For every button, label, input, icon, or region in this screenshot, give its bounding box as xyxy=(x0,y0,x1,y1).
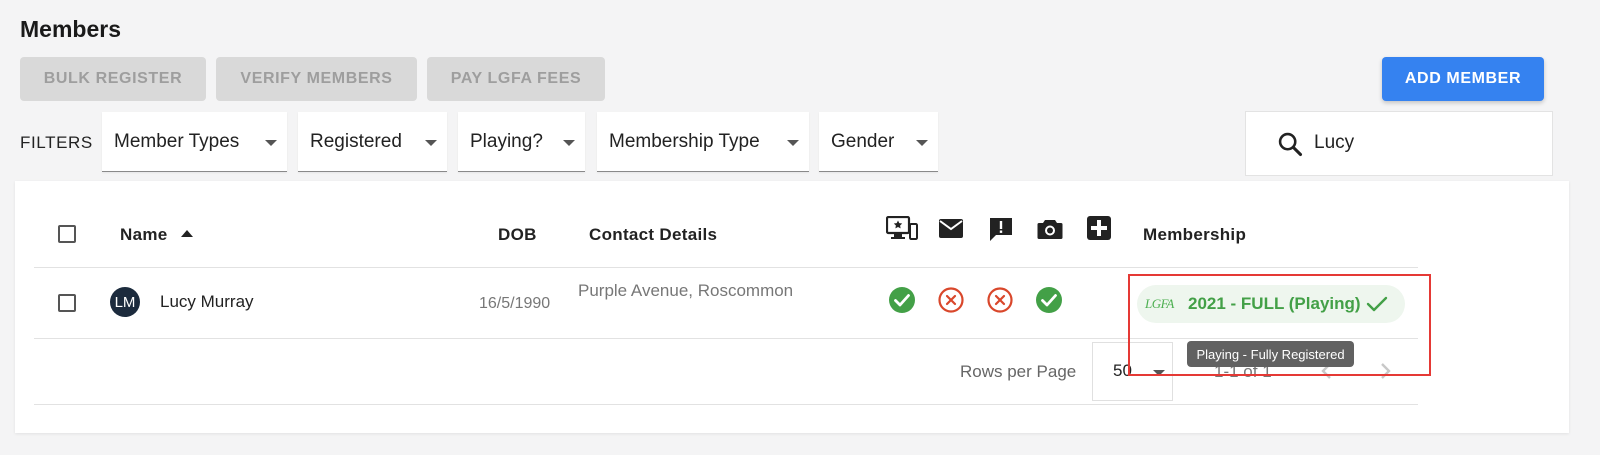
verify-members-button[interactable]: VERIFY MEMBERS xyxy=(216,57,417,101)
search-icon[interactable] xyxy=(1276,130,1304,163)
filter-member-types[interactable]: Member Types xyxy=(102,112,287,172)
add-member-button[interactable]: ADD MEMBER xyxy=(1382,57,1544,101)
highlight-box xyxy=(1128,274,1431,376)
sort-ascending-icon xyxy=(180,230,193,237)
search-input[interactable] xyxy=(1314,128,1534,158)
header-divider xyxy=(34,267,1418,268)
page-title: Members xyxy=(20,16,121,42)
medical-icon xyxy=(1087,216,1111,245)
pay-fees-button[interactable]: PAY LGFA FEES xyxy=(427,57,605,101)
filter-label: Playing? xyxy=(470,130,543,152)
bulk-register-button[interactable]: BULK REGISTER xyxy=(20,57,206,101)
dropdown-caret-icon xyxy=(425,140,437,146)
filter-playing[interactable]: Playing? xyxy=(458,112,585,172)
cancel-circle-icon xyxy=(986,286,1014,314)
filter-label: Registered xyxy=(310,130,402,152)
filter-label: Membership Type xyxy=(609,130,760,152)
column-header-membership: Membership xyxy=(1143,225,1247,244)
dropdown-caret-icon xyxy=(916,140,928,146)
member-dob: 16/5/1990 xyxy=(479,295,551,312)
rows-per-page-label: Rows per Page xyxy=(960,362,1077,381)
avatar: LM xyxy=(110,287,140,317)
column-header-contact: Contact Details xyxy=(589,225,718,244)
select-all-checkbox[interactable] xyxy=(58,225,76,243)
filter-registered[interactable]: Registered xyxy=(298,112,447,172)
dropdown-caret-icon xyxy=(787,140,799,146)
member-address: Purple Avenue, Roscommon xyxy=(578,281,794,300)
column-header-name[interactable]: Name xyxy=(120,225,193,245)
dropdown-caret-icon xyxy=(265,140,277,146)
alert-message-icon xyxy=(988,216,1014,247)
camera-icon xyxy=(1037,217,1063,246)
column-header-name-label: Name xyxy=(120,225,168,244)
member-name[interactable]: Lucy Murray xyxy=(160,292,254,312)
search-box xyxy=(1245,111,1553,176)
dropdown-caret-icon xyxy=(563,140,575,146)
online-registration-icon xyxy=(885,215,918,247)
filters-label: FILTERS xyxy=(20,133,93,152)
filter-membership-type[interactable]: Membership Type xyxy=(597,112,809,172)
footer-divider xyxy=(34,404,1418,405)
filter-label: Gender xyxy=(831,130,895,152)
cancel-circle-icon xyxy=(937,286,965,314)
filter-label: Member Types xyxy=(114,130,240,152)
check-circle-icon xyxy=(888,286,916,314)
check-circle-icon xyxy=(1035,286,1063,314)
column-header-dob[interactable]: DOB xyxy=(498,225,537,245)
email-icon xyxy=(938,218,964,245)
filter-gender[interactable]: Gender xyxy=(819,112,938,172)
row-checkbox[interactable] xyxy=(58,294,76,312)
